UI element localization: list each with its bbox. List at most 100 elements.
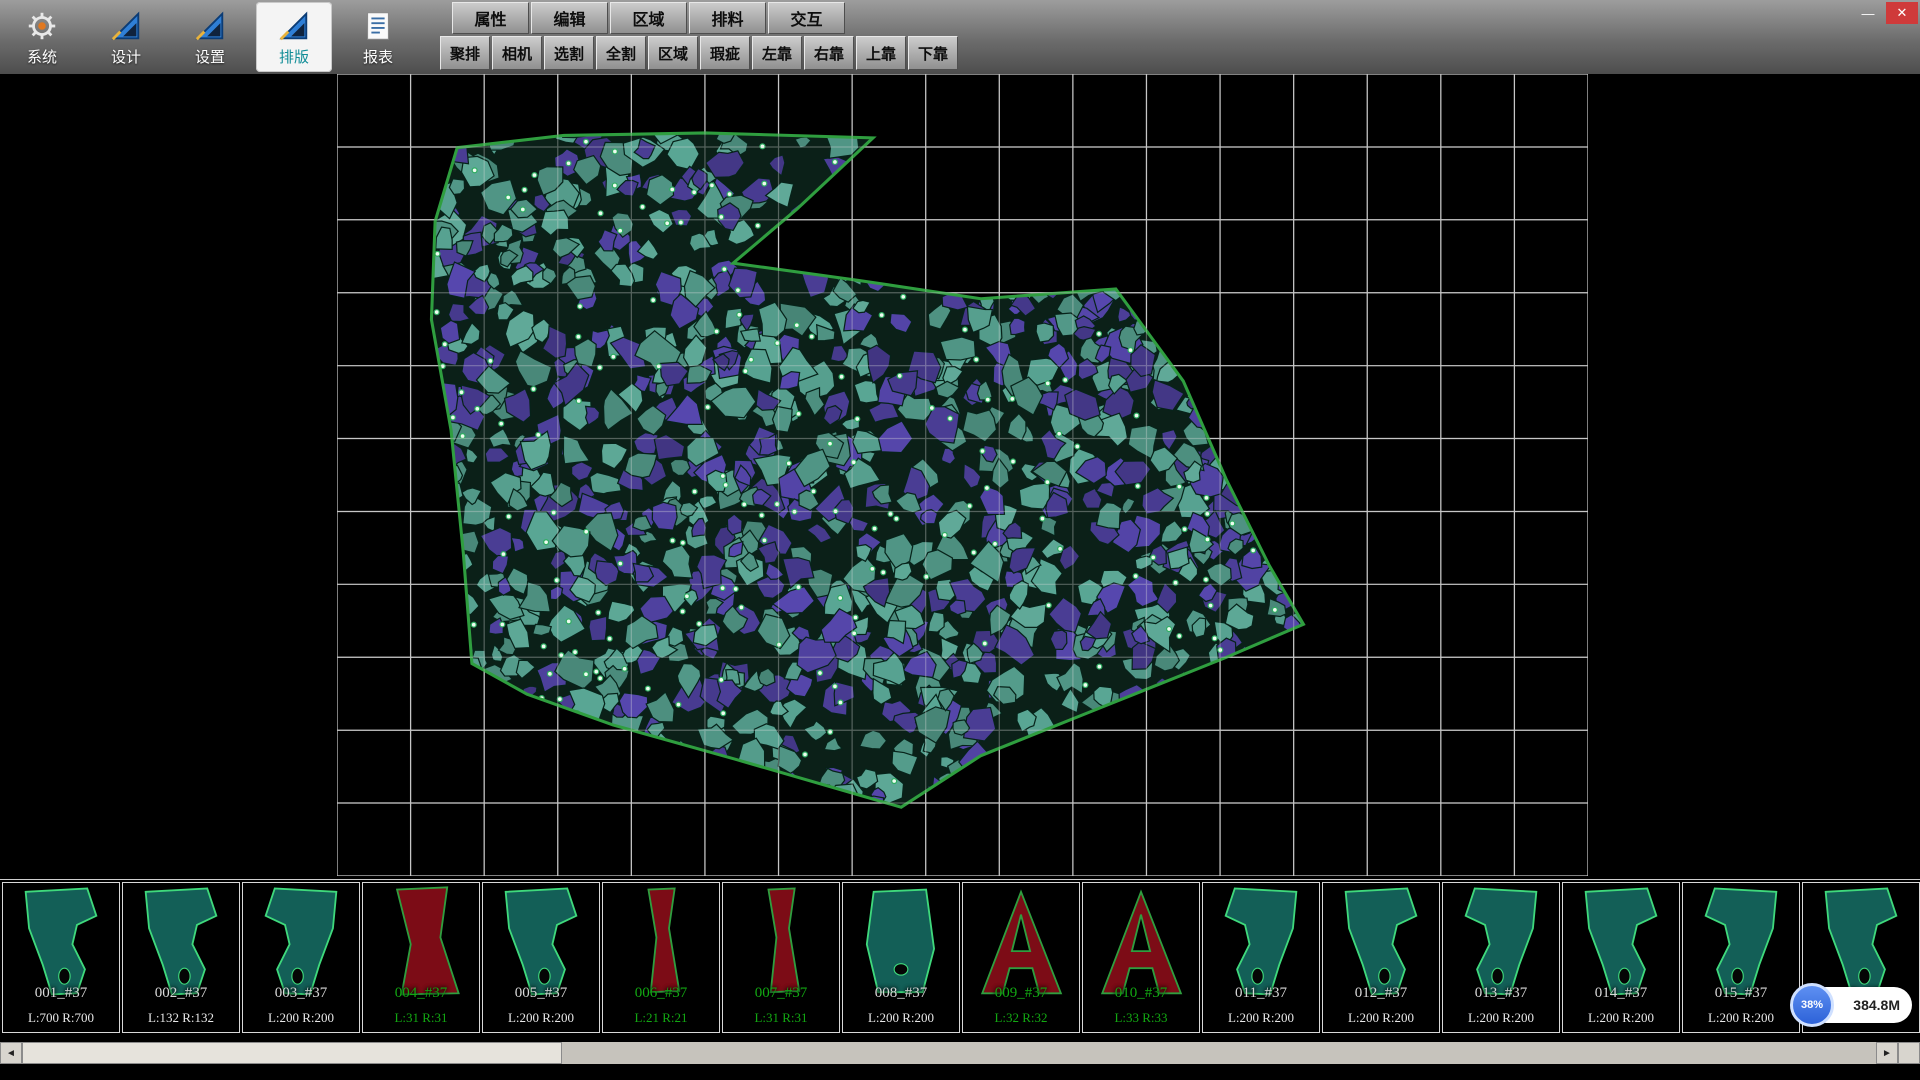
tool-button-6[interactable]: 瑕疵	[700, 36, 750, 70]
piece-counts: L:31 R:31	[363, 1010, 479, 1026]
piece-shape	[1206, 885, 1316, 999]
piece-shape	[366, 885, 476, 999]
tool-button-3[interactable]: 选割	[544, 36, 594, 70]
scrollbar-track[interactable]	[22, 1042, 1876, 1064]
piece-counts: L:32 R:32	[963, 1010, 1079, 1026]
piece-shape	[1806, 885, 1916, 999]
piece-name: 004_#37	[363, 985, 479, 1002]
piece-name: 007_#37	[723, 985, 839, 1002]
scrollbar-thumb[interactable]	[22, 1042, 562, 1064]
menu-tab-row: 属性编辑区域排料交互	[452, 2, 958, 34]
piece-counts: L:132 R:132	[123, 1010, 239, 1026]
piece-thumbnail-10[interactable]: 010_#37 L:33 R:33	[1082, 882, 1200, 1033]
piece-name: 010_#37	[1083, 985, 1199, 1002]
piece-name: 001_#37	[3, 985, 119, 1002]
tool-button-row: 聚排相机选割全割区域瑕疵左靠右靠上靠下靠	[440, 36, 958, 70]
piece-name: 006_#37	[603, 985, 719, 1002]
piece-counts: L:31 R:31	[723, 1010, 839, 1026]
tool-button-2[interactable]: 相机	[492, 36, 542, 70]
piece-shape	[126, 885, 236, 999]
menu-tab-3[interactable]: 区域	[610, 2, 687, 34]
piece-name: 003_#37	[243, 985, 359, 1002]
piece-thumbnail-9[interactable]: 009_#37 L:32 R:32	[962, 882, 1080, 1033]
tool-button-5[interactable]: 区域	[648, 36, 698, 70]
piece-name: 009_#37	[963, 985, 1079, 1002]
piece-counts: L:200 R:200	[1683, 1010, 1799, 1026]
ribbon-toolbar: 系统 设计 设置 排版 报表 属性编辑区域排料交互 聚排相机选割全割区域瑕疵左靠…	[0, 0, 1920, 74]
tool-button-9[interactable]: 上靠	[856, 36, 906, 70]
app-button-5[interactable]: 报表	[340, 2, 416, 72]
piece-name: 008_#37	[843, 985, 959, 1002]
piece-thumbnail-3[interactable]: 003_#37 L:200 R:200	[242, 882, 360, 1033]
piece-counts: L:200 R:200	[843, 1010, 959, 1026]
piece-thumbnail-1[interactable]: 001_#37 L:700 R:700	[2, 882, 120, 1033]
piece-thumbnail-8[interactable]: 008_#37 L:200 R:200	[842, 882, 960, 1033]
piece-shape	[846, 885, 956, 999]
app-button-4[interactable]: 排版	[256, 2, 332, 72]
piece-shape	[726, 885, 836, 999]
piece-shape	[1566, 885, 1676, 999]
piece-shape	[966, 885, 1076, 999]
piece-thumbnail-11[interactable]: 011_#37 L:200 R:200	[1202, 882, 1320, 1033]
piece-thumbnail-13[interactable]: 013_#37 L:200 R:200	[1442, 882, 1560, 1033]
piece-name: 013_#37	[1443, 985, 1559, 1002]
app-button-label: 排版	[279, 46, 309, 67]
piece-thumbnail-strip: 001_#37 L:700 R:700 002_#37 L:132 R:132 …	[0, 879, 1920, 1036]
app-button-2[interactable]: 设计	[88, 2, 164, 72]
app-button-1[interactable]: 系统	[4, 2, 80, 72]
app-button-label: 报表	[363, 46, 393, 67]
piece-shape	[1686, 885, 1796, 999]
app-button-label: 设置	[195, 46, 225, 67]
tool-button-8[interactable]: 右靠	[804, 36, 854, 70]
piece-thumbnail-2[interactable]: 002_#37 L:132 R:132	[122, 882, 240, 1033]
menu-tab-5[interactable]: 交互	[768, 2, 845, 34]
piece-counts: L:700 R:700	[3, 1010, 119, 1026]
piece-counts: L:200 R:200	[1323, 1010, 1439, 1026]
app-window: 系统 设计 设置 排版 报表 属性编辑区域排料交互 聚排相机选割全割区域瑕疵左靠…	[0, 0, 1920, 1080]
piece-name: 005_#37	[483, 985, 599, 1002]
piece-thumbnail-12[interactable]: 012_#37 L:200 R:200	[1322, 882, 1440, 1033]
piece-shape	[606, 885, 716, 999]
progress-percent: 38%	[1790, 983, 1834, 1027]
piece-shape	[1326, 885, 1436, 999]
minimize-button[interactable]: —	[1852, 2, 1884, 24]
piece-shape	[1086, 885, 1196, 999]
app-launcher-bar: 系统 设计 设置 排版 报表	[0, 0, 426, 74]
close-button[interactable]: ✕	[1886, 2, 1918, 24]
piece-shape	[1446, 885, 1556, 999]
piece-shape	[6, 885, 116, 999]
menu-tab-2[interactable]: 编辑	[531, 2, 608, 34]
app-button-label: 系统	[27, 46, 57, 67]
piece-shape	[486, 885, 596, 999]
piece-thumbnail-14[interactable]: 014_#37 L:200 R:200	[1562, 882, 1680, 1033]
piece-counts: L:200 R:200	[1443, 1010, 1559, 1026]
piece-thumbnail-7[interactable]: 007_#37 L:31 R:31	[722, 882, 840, 1033]
piece-counts: L:200 R:200	[1203, 1010, 1319, 1026]
memory-progress-badge: 384.8M 38%	[1790, 983, 1912, 1027]
piece-counts: L:33 R:33	[1083, 1010, 1199, 1026]
workspace	[0, 74, 1920, 879]
gear-icon	[25, 7, 59, 45]
menu-tab-1[interactable]: 属性	[452, 2, 529, 34]
piece-thumbnail-6[interactable]: 006_#37 L:21 R:21	[602, 882, 720, 1033]
scroll-left-arrow[interactable]: ◄	[0, 1042, 22, 1064]
menu-tab-4[interactable]: 排料	[689, 2, 766, 34]
tool-button-4[interactable]: 全割	[596, 36, 646, 70]
square-icon	[277, 7, 311, 45]
square-icon	[193, 7, 227, 45]
piece-shape	[246, 885, 356, 999]
app-button-3[interactable]: 设置	[172, 2, 248, 72]
tool-button-10[interactable]: 下靠	[908, 36, 958, 70]
piece-thumbnail-5[interactable]: 005_#37 L:200 R:200	[482, 882, 600, 1033]
piece-name: 015_#37	[1683, 985, 1799, 1002]
scroll-right-arrow[interactable]: ►	[1876, 1042, 1898, 1064]
piece-thumbnail-4[interactable]: 004_#37 L:31 R:31	[362, 882, 480, 1033]
piece-name: 002_#37	[123, 985, 239, 1002]
tool-button-7[interactable]: 左靠	[752, 36, 802, 70]
piece-counts: L:200 R:200	[243, 1010, 359, 1026]
report-icon	[361, 7, 395, 45]
piece-thumbnail-15[interactable]: 015_#37 L:200 R:200	[1682, 882, 1800, 1033]
tool-button-1[interactable]: 聚排	[440, 36, 490, 70]
horizontal-scrollbar[interactable]: ◄ ►	[0, 1042, 1920, 1064]
nesting-canvas[interactable]	[337, 74, 1588, 876]
